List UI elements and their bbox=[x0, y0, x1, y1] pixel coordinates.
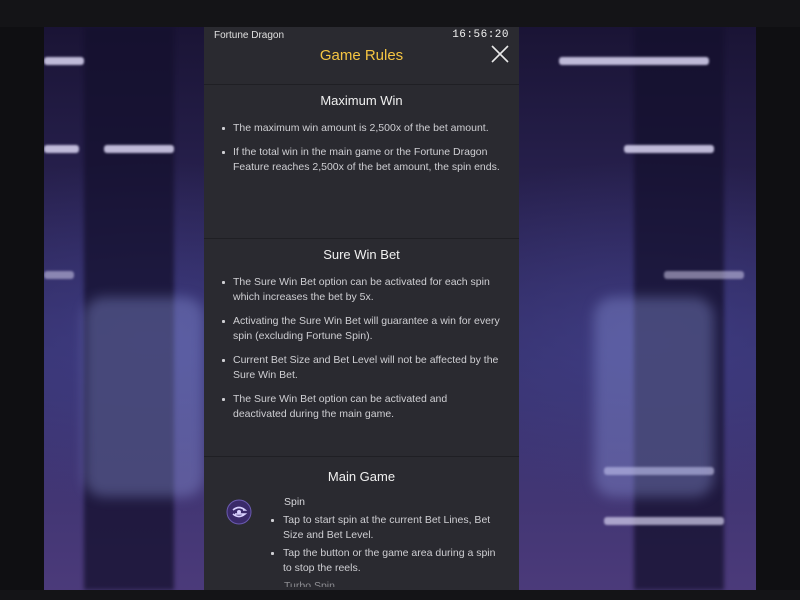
list-item: Tap to start spin at the current Bet Lin… bbox=[270, 513, 503, 543]
feature-spin: Spin Tap to start spin at the current Be… bbox=[220, 495, 503, 576]
page-title: Game Rules bbox=[319, 47, 404, 64]
rules-panel: Fortune Dragon 16:56:20 Game Rules Maxim… bbox=[204, 27, 519, 590]
section-sure-win-bet: Sure Win Bet The Sure Win Bet option can… bbox=[204, 239, 519, 457]
screen: Fortune Dragon 16:56:20 Game Rules Maxim… bbox=[0, 0, 800, 600]
panel-header: Fortune Dragon 16:56:20 Game Rules bbox=[204, 27, 519, 85]
close-button[interactable] bbox=[491, 45, 509, 63]
list-item: Tap the button or the game area during a… bbox=[270, 546, 503, 576]
section-maximum-win: Maximum Win The maximum win amount is 2,… bbox=[204, 85, 519, 239]
rules-scroll-area[interactable]: Maximum Win The maximum win amount is 2,… bbox=[204, 85, 519, 590]
next-feature-label: Turbo Spin bbox=[284, 581, 335, 587]
list-item: The maximum win amount is 2,500x of the … bbox=[220, 121, 503, 136]
list-item: The Sure Win Bet option can be activated… bbox=[220, 275, 503, 305]
app-name: Fortune Dragon bbox=[214, 30, 285, 41]
list-item: The Sure Win Bet option can be activated… bbox=[220, 392, 503, 422]
list-item: Current Bet Size and Bet Level will not … bbox=[220, 353, 503, 383]
bottom-bar bbox=[0, 590, 800, 600]
section-main-game: Main Game Spin Tap to start spin at the … bbox=[204, 457, 519, 590]
clock: 16:56:20 bbox=[452, 29, 509, 41]
spin-icon bbox=[226, 499, 252, 525]
feature-title: Spin bbox=[284, 496, 306, 508]
section-title: Main Game bbox=[327, 469, 396, 484]
top-bar bbox=[0, 0, 800, 27]
section-title: Sure Win Bet bbox=[323, 247, 400, 262]
close-icon bbox=[491, 45, 509, 63]
section-title: Maximum Win bbox=[320, 93, 403, 108]
list-item: If the total win in the main game or the… bbox=[220, 145, 503, 175]
list-item: Activating the Sure Win Bet will guarant… bbox=[220, 314, 503, 344]
